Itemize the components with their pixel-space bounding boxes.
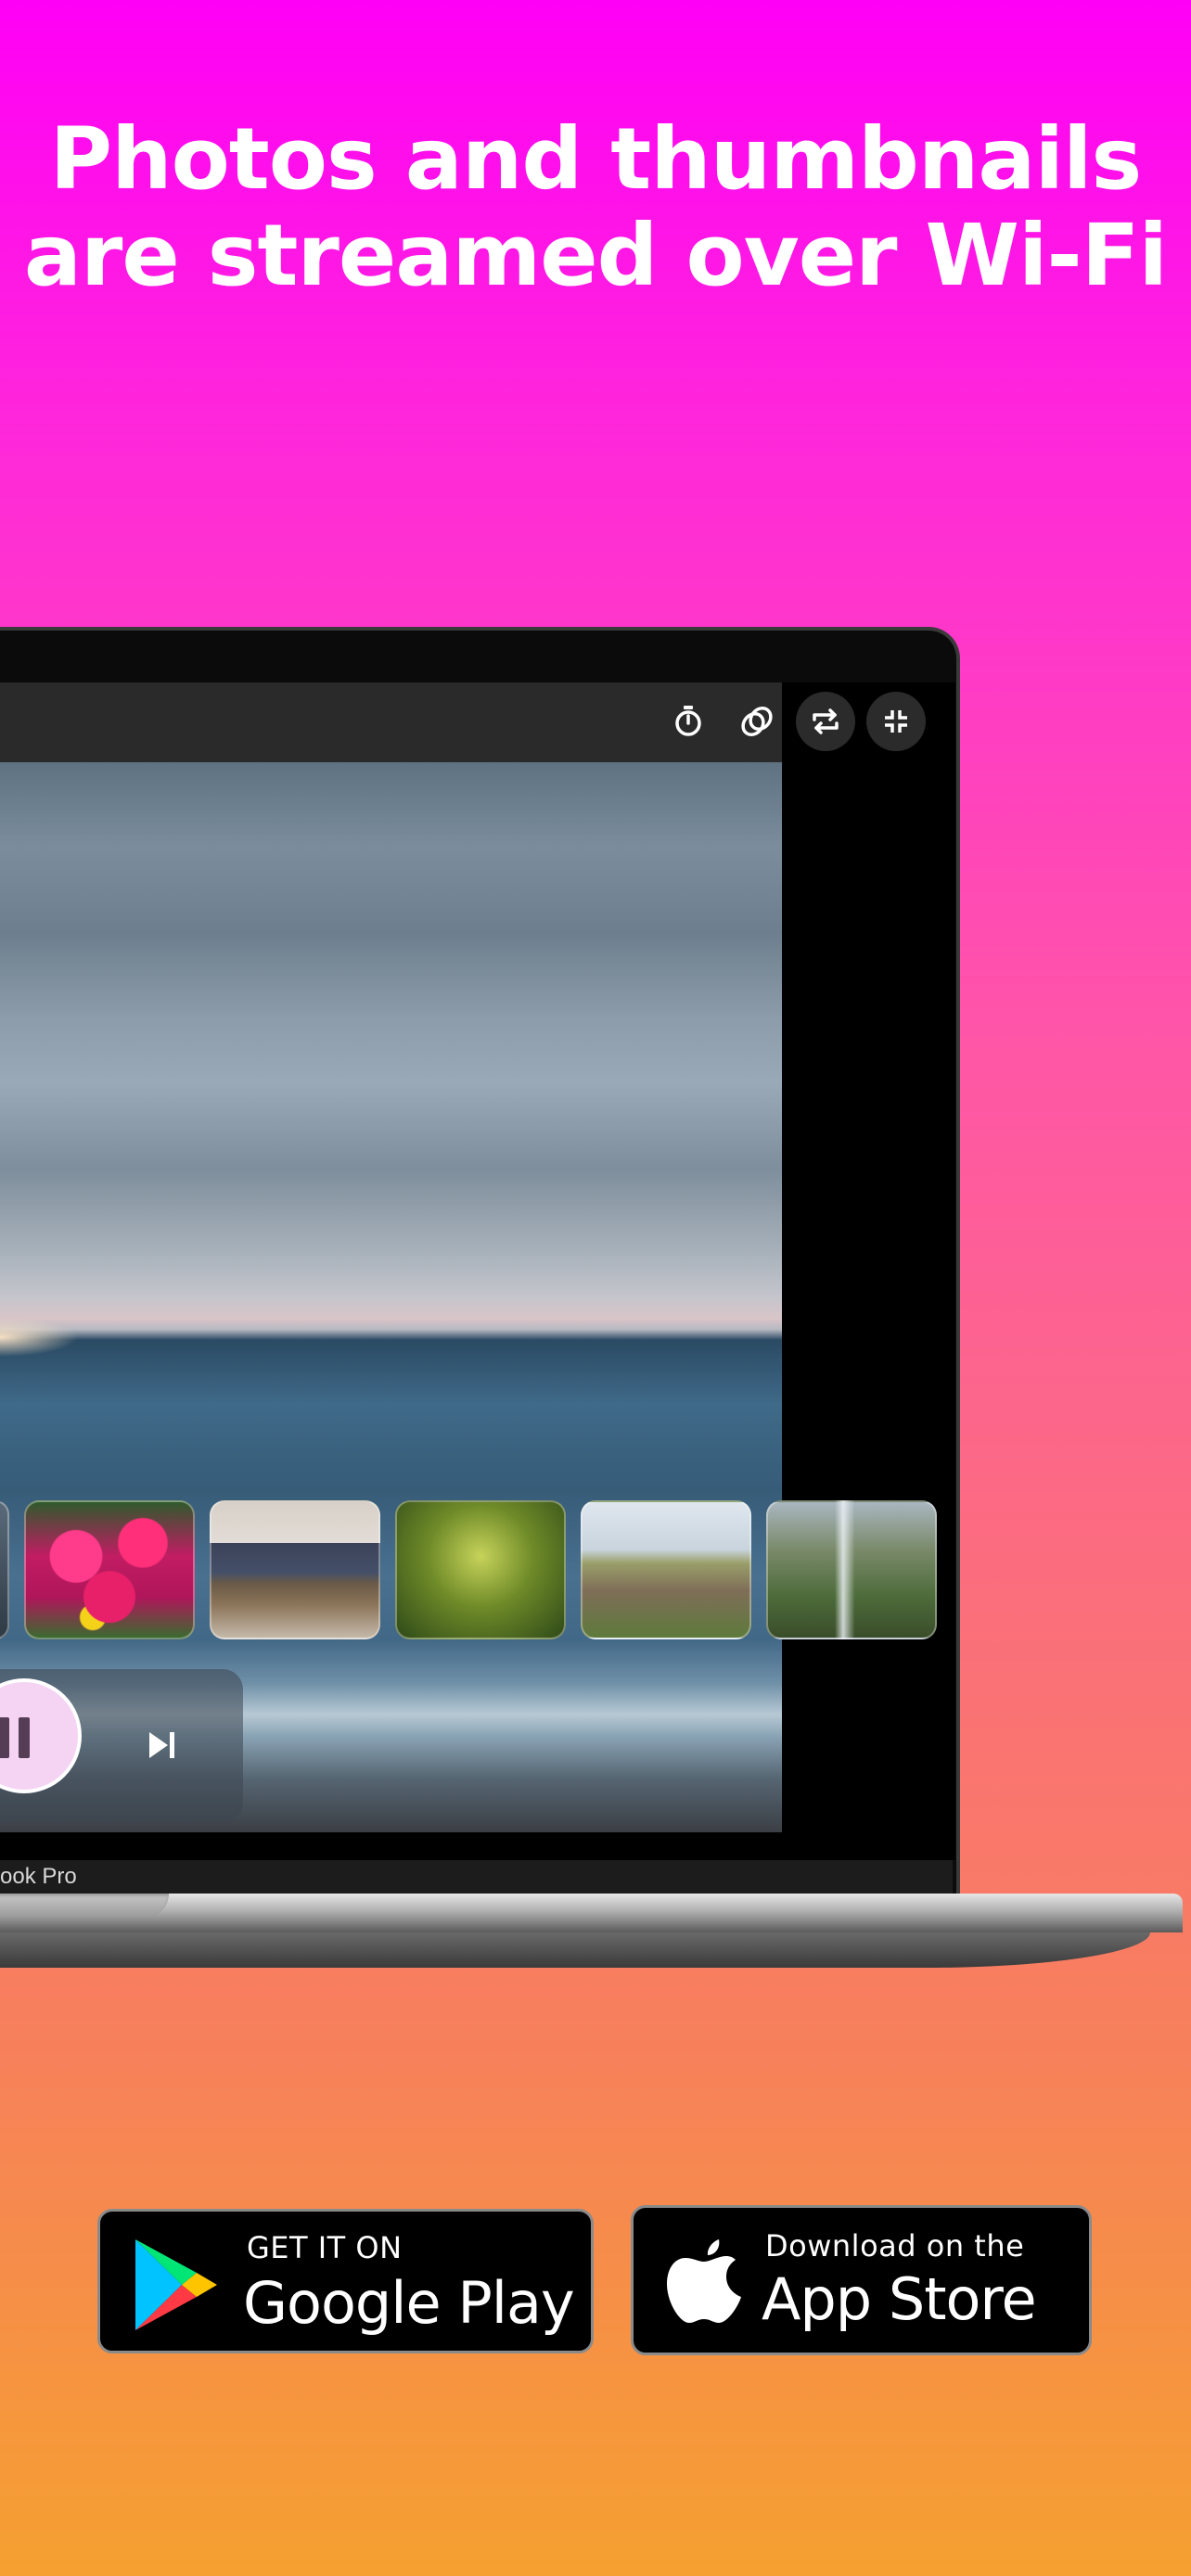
photo-viewer	[0, 682, 782, 1832]
thumbnail-strip	[0, 1500, 937, 1641]
device-status-bar: ook Pro	[0, 1860, 953, 1894]
app-store-small-text: Download on the	[765, 2228, 1025, 2264]
headline-line-1: Photos and thumbnails	[49, 109, 1143, 209]
skip-next-icon[interactable]	[144, 1727, 181, 1764]
apple-icon	[667, 2239, 741, 2323]
laptop-notch	[0, 1894, 169, 1918]
repeat-icon[interactable]	[796, 692, 855, 751]
google-play-icon	[135, 2239, 217, 2330]
timer-icon[interactable]	[659, 692, 718, 751]
thumbnail-waterfall[interactable]	[766, 1500, 937, 1639]
thumbnail-partial[interactable]	[0, 1500, 9, 1639]
headline-line-2: are streamed over Wi-Fi	[23, 206, 1168, 305]
google-play-big-text: Google Play	[243, 2269, 575, 2337]
app-store-badge[interactable]: Download on the App Store	[631, 2205, 1092, 2355]
google-play-badge[interactable]: GET IT ON Google Play	[97, 2209, 594, 2353]
thumbnail-leaves[interactable]	[395, 1500, 566, 1639]
laptop-base	[0, 1894, 1183, 1932]
laptop-base-bottom	[0, 1932, 1150, 1968]
exit-fullscreen-icon[interactable]	[866, 692, 926, 751]
layers-icon[interactable]	[727, 692, 787, 751]
thumbnail-desk[interactable]	[210, 1500, 380, 1639]
thumbnail-flowers[interactable]	[24, 1500, 195, 1639]
headline: Photos and thumbnails are streamed over …	[0, 111, 1191, 304]
thumbnail-coast[interactable]	[581, 1500, 751, 1639]
google-play-small-text: GET IT ON	[247, 2230, 403, 2265]
device-label: ook Pro	[0, 1864, 77, 1889]
pause-icon-bar	[19, 1717, 30, 1758]
app-store-big-text: App Store	[762, 2265, 1037, 2333]
pause-icon	[0, 1717, 9, 1758]
